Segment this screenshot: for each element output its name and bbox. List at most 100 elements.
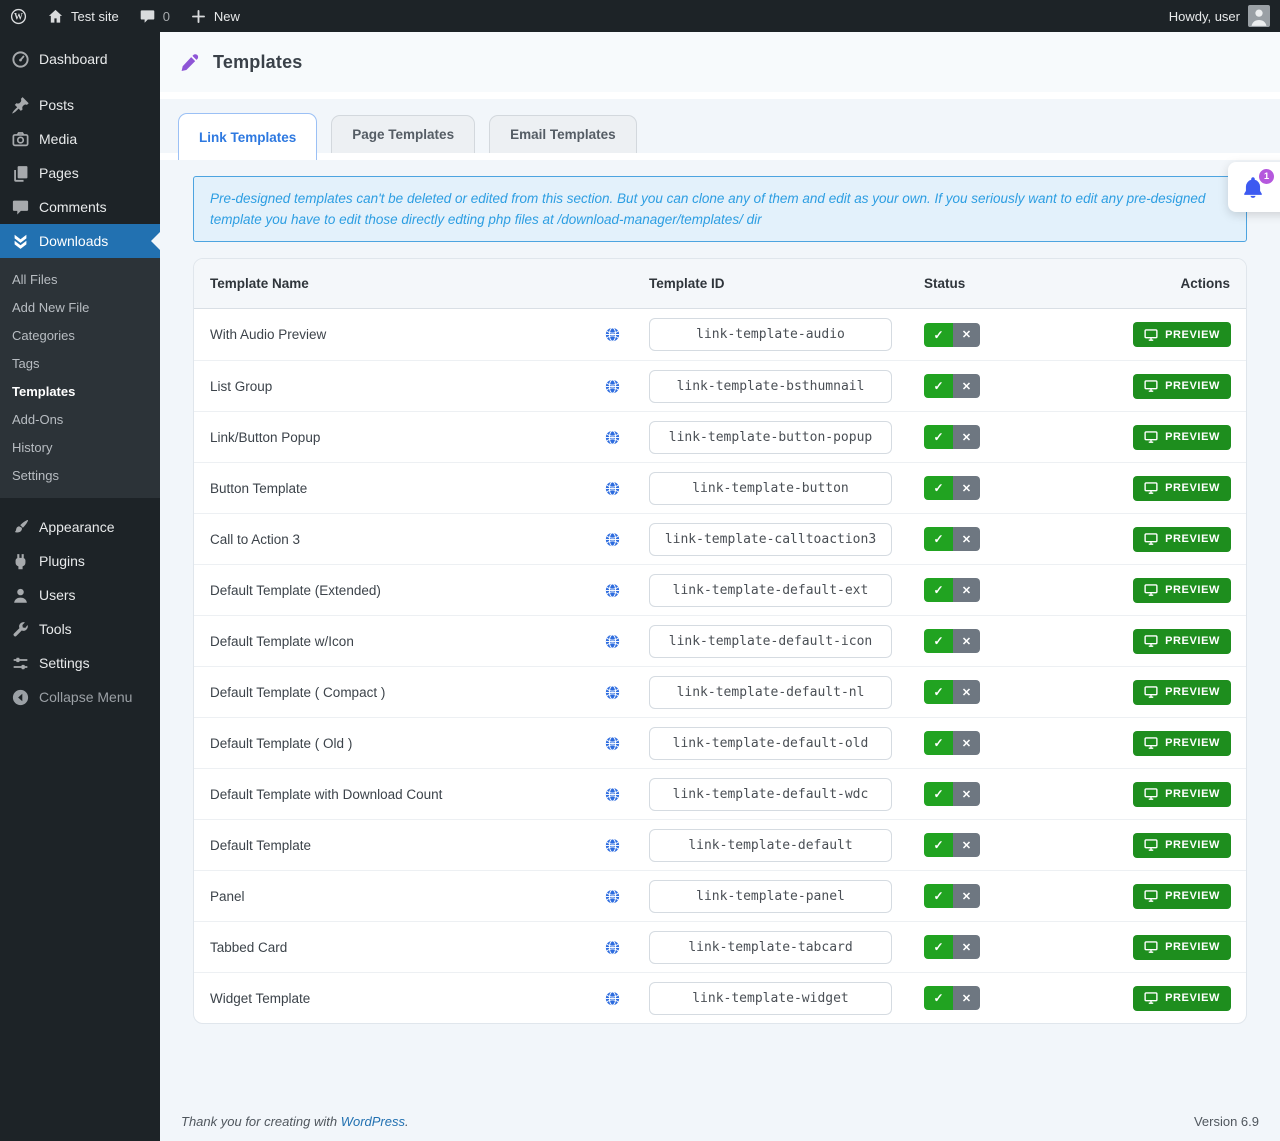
template-id-input[interactable] xyxy=(649,778,892,811)
tab-page-templates[interactable]: Page Templates xyxy=(331,115,475,153)
template-id-input[interactable] xyxy=(649,676,892,709)
status-enable-button[interactable]: ✓ xyxy=(924,578,953,602)
sidebar-item-pages[interactable]: Pages xyxy=(0,156,160,190)
submenu-item-add-new-file[interactable]: Add New File xyxy=(0,293,160,321)
bell-icon[interactable]: 1 xyxy=(1241,175,1265,199)
template-id-input[interactable] xyxy=(649,829,892,862)
notification-widget[interactable]: 1 xyxy=(1228,162,1280,212)
tab-label: Link Templates xyxy=(199,130,296,145)
submenu-item-add-ons[interactable]: Add-Ons xyxy=(0,405,160,433)
template-id-input[interactable] xyxy=(649,625,892,658)
template-id-input[interactable] xyxy=(649,880,892,913)
monitor-icon xyxy=(1144,787,1158,801)
status-disable-button[interactable]: ✕ xyxy=(953,782,980,806)
sidebar-item-users[interactable]: Users xyxy=(0,578,160,612)
preview-button[interactable]: PREVIEW xyxy=(1133,833,1231,858)
status-enable-button[interactable]: ✓ xyxy=(924,323,953,347)
status-enable-button[interactable]: ✓ xyxy=(924,833,953,857)
status-enable-button[interactable]: ✓ xyxy=(924,425,953,449)
status-disable-button[interactable]: ✕ xyxy=(953,374,980,398)
template-id-input[interactable] xyxy=(649,370,892,403)
preview-button[interactable]: PREVIEW xyxy=(1133,935,1231,960)
sidebar-item-label: Settings xyxy=(39,655,90,671)
home-icon xyxy=(47,8,64,25)
howdy-user-label[interactable]: Howdy, user xyxy=(1169,9,1240,24)
status-disable-button[interactable]: ✕ xyxy=(953,884,980,908)
new-content-menu[interactable]: New xyxy=(180,0,250,32)
sidebar-item-posts[interactable]: Posts xyxy=(0,88,160,122)
preview-button[interactable]: PREVIEW xyxy=(1133,884,1231,909)
site-name-link[interactable]: Test site xyxy=(37,0,129,32)
table-row: Default Template ✓ ✕ PREVIEW xyxy=(194,819,1246,870)
tab-link-templates[interactable]: Link Templates xyxy=(178,113,317,160)
status-disable-button[interactable]: ✕ xyxy=(953,935,980,959)
sidebar-item-settings[interactable]: Settings xyxy=(0,646,160,680)
status-disable-button[interactable]: ✕ xyxy=(953,425,980,449)
status-disable-button[interactable]: ✕ xyxy=(953,527,980,551)
status-disable-button[interactable]: ✕ xyxy=(953,323,980,347)
preview-button[interactable]: PREVIEW xyxy=(1133,680,1231,705)
template-id-input[interactable] xyxy=(649,982,892,1015)
status-enable-button[interactable]: ✓ xyxy=(924,629,953,653)
sidebar-item-collapse-menu[interactable]: Collapse Menu xyxy=(0,680,160,714)
status-enable-button[interactable]: ✓ xyxy=(924,782,953,806)
status-disable-button[interactable]: ✕ xyxy=(953,986,980,1010)
template-id-input[interactable] xyxy=(649,472,892,505)
submenu-item-tags[interactable]: Tags xyxy=(0,349,160,377)
status-disable-button[interactable]: ✕ xyxy=(953,833,980,857)
preview-button[interactable]: PREVIEW xyxy=(1133,731,1231,756)
template-id-input[interactable] xyxy=(649,523,892,556)
preview-button[interactable]: PREVIEW xyxy=(1133,322,1231,347)
status-enable-button[interactable]: ✓ xyxy=(924,374,953,398)
status-disable-button[interactable]: ✕ xyxy=(953,629,980,653)
template-id-input[interactable] xyxy=(649,574,892,607)
status-disable-button[interactable]: ✕ xyxy=(953,578,980,602)
template-id-input[interactable] xyxy=(649,421,892,454)
status-enable-button[interactable]: ✓ xyxy=(924,986,953,1010)
sidebar-item-tools[interactable]: Tools xyxy=(0,612,160,646)
sidebar-item-dashboard[interactable]: Dashboard xyxy=(0,42,160,76)
preview-button[interactable]: PREVIEW xyxy=(1133,374,1231,399)
template-id-input[interactable] xyxy=(649,318,892,351)
status-enable-button[interactable]: ✓ xyxy=(924,527,953,551)
wordpress-logo-menu[interactable]: W xyxy=(0,0,37,32)
tab-email-templates[interactable]: Email Templates xyxy=(489,115,637,153)
sidebar-item-media[interactable]: Media xyxy=(0,122,160,156)
sidebar-item-appearance[interactable]: Appearance xyxy=(0,510,160,544)
preview-button[interactable]: PREVIEW xyxy=(1133,782,1231,807)
preview-button[interactable]: PREVIEW xyxy=(1133,476,1231,501)
avatar[interactable] xyxy=(1248,5,1270,27)
sidebar-item-comments[interactable]: Comments xyxy=(0,190,160,224)
template-id-input[interactable] xyxy=(649,727,892,760)
sidebar-item-downloads[interactable]: Downloads xyxy=(0,224,160,258)
new-label: New xyxy=(214,9,240,24)
preview-button[interactable]: PREVIEW xyxy=(1133,527,1231,552)
submenu-item-settings[interactable]: Settings xyxy=(0,461,160,489)
status-enable-button[interactable]: ✓ xyxy=(924,731,953,755)
submenu-item-templates[interactable]: Templates xyxy=(0,377,160,405)
globe-icon xyxy=(604,837,621,854)
preview-button[interactable]: PREVIEW xyxy=(1133,578,1231,603)
sidebar-item-plugins[interactable]: Plugins xyxy=(0,544,160,578)
status-enable-button[interactable]: ✓ xyxy=(924,935,953,959)
wordpress-link[interactable]: WordPress xyxy=(341,1114,405,1129)
status-cell: ✓ ✕ xyxy=(892,476,1122,500)
status-disable-button[interactable]: ✕ xyxy=(953,476,980,500)
notification-badge: 1 xyxy=(1259,169,1274,184)
status-disable-button[interactable]: ✕ xyxy=(953,680,980,704)
status-enable-button[interactable]: ✓ xyxy=(924,476,953,500)
table-row: Default Template (Extended) ✓ ✕ PREVIEW xyxy=(194,564,1246,615)
sidebar-item-label: Appearance xyxy=(39,519,115,535)
status-disable-button[interactable]: ✕ xyxy=(953,731,980,755)
preview-button[interactable]: PREVIEW xyxy=(1133,425,1231,450)
preview-button[interactable]: PREVIEW xyxy=(1133,986,1231,1011)
template-id-input[interactable] xyxy=(649,931,892,964)
comments-shortcut[interactable]: 0 xyxy=(129,0,180,32)
footer-thanks-text: Thank you for creating with xyxy=(181,1114,337,1129)
submenu-item-history[interactable]: History xyxy=(0,433,160,461)
status-enable-button[interactable]: ✓ xyxy=(924,680,953,704)
preview-button[interactable]: PREVIEW xyxy=(1133,629,1231,654)
status-enable-button[interactable]: ✓ xyxy=(924,884,953,908)
submenu-item-all-files[interactable]: All Files xyxy=(0,265,160,293)
submenu-item-categories[interactable]: Categories xyxy=(0,321,160,349)
